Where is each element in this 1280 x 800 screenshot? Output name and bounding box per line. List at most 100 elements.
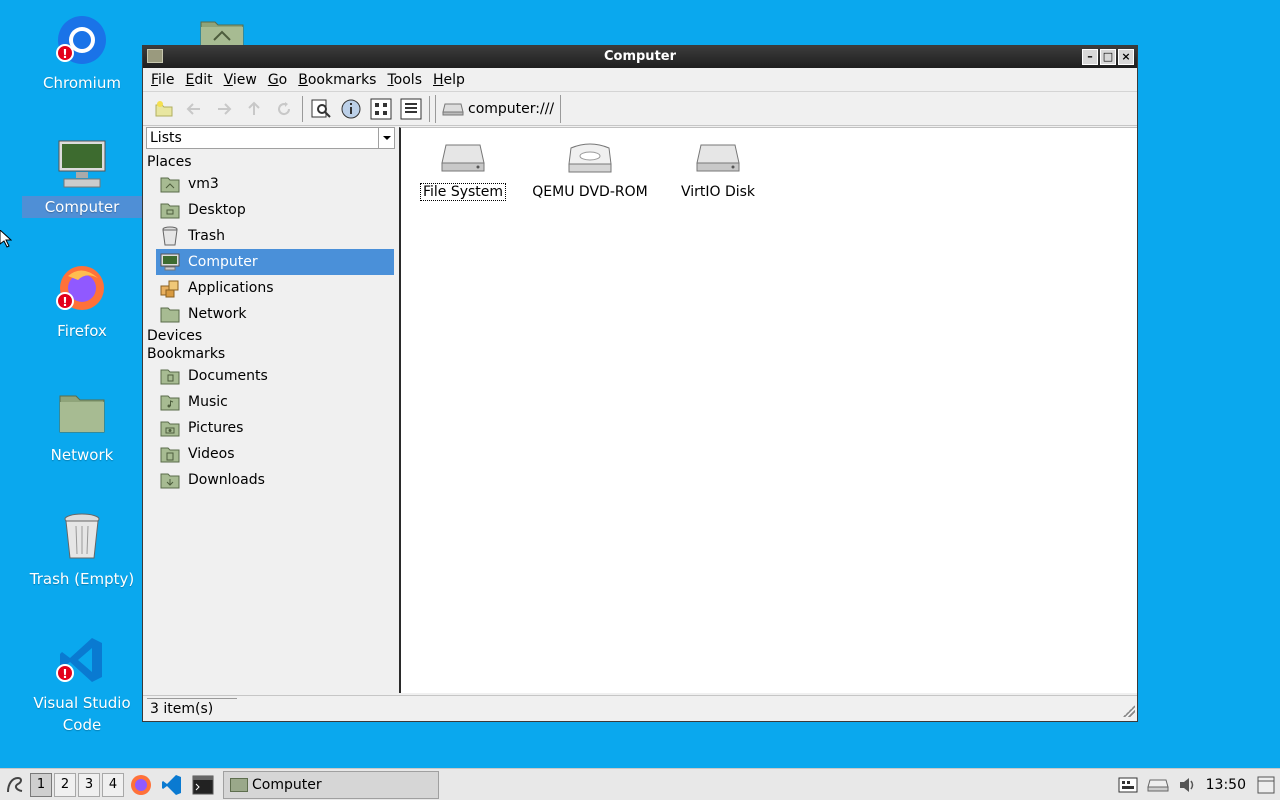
reload-icon[interactable]	[269, 95, 299, 123]
desktop-icon-vscode[interactable]: Visual Studio Code	[22, 634, 142, 736]
menu-tools[interactable]: Tools	[383, 72, 426, 88]
workspace-3-button[interactable]: 3	[78, 772, 100, 797]
desktop-icon-chromium[interactable]: Chromium	[22, 14, 142, 94]
menu-edit[interactable]: Edit	[181, 72, 216, 88]
devices-header[interactable]: Devices	[143, 327, 399, 345]
desktop-icon-label: Firefox	[57, 322, 107, 340]
pictures-folder-icon	[160, 418, 180, 438]
desktop-icon-firefox[interactable]: Firefox	[22, 262, 142, 342]
hard-drive-icon	[653, 138, 783, 178]
firefox-launcher-icon[interactable]	[127, 772, 155, 798]
workspace-1-button[interactable]: 1	[30, 772, 52, 797]
terminal-launcher-icon[interactable]	[189, 772, 217, 798]
music-folder-icon	[160, 392, 180, 412]
file-item-virtio-disk[interactable]: VirtIO Disk	[653, 138, 783, 200]
firefox-icon	[56, 262, 108, 314]
folder-icon	[56, 386, 108, 438]
menu-help[interactable]: Help	[429, 72, 469, 88]
vscode-icon	[56, 634, 108, 686]
file-manager-window: Computer – □ × File Edit View Go Bookmar…	[142, 45, 1138, 722]
applications-icon	[160, 278, 180, 298]
workspace-2-button[interactable]: 2	[54, 772, 76, 797]
chromium-icon	[56, 14, 108, 66]
desktop-icon-trash[interactable]: Trash (Empty)	[22, 510, 142, 590]
vscode-launcher-icon[interactable]	[158, 772, 186, 798]
info-icon[interactable]	[336, 95, 366, 123]
desktop-icon-network[interactable]: Network	[22, 386, 142, 466]
close-button[interactable]: ×	[1118, 49, 1134, 65]
new-folder-button[interactable]	[149, 95, 179, 123]
menu-file[interactable]: File	[147, 72, 178, 88]
sidebar-mode-select[interactable]: Lists	[146, 127, 395, 149]
desktop-icon-label: Computer	[22, 196, 142, 218]
sidebar-item-videos[interactable]: Videos	[156, 441, 394, 467]
file-item-label: File System	[419, 183, 507, 201]
downloads-folder-icon	[160, 470, 180, 490]
menu-bookmarks[interactable]: Bookmarks	[294, 72, 380, 88]
home-folder-icon	[160, 174, 180, 194]
chevron-down-icon[interactable]	[378, 128, 394, 148]
sidebar-item-vm3[interactable]: vm3	[156, 171, 394, 197]
sidebar-item-trash[interactable]: Trash	[156, 223, 394, 249]
file-item-dvd-rom[interactable]: QEMU DVD-ROM	[525, 138, 655, 200]
resize-grip-icon[interactable]	[1123, 705, 1135, 717]
folder-icon	[230, 777, 248, 792]
desktop-icon-label: Network	[50, 446, 114, 464]
sidebar-item-network[interactable]: Network	[156, 301, 394, 327]
sidebar-item-documents[interactable]: Documents	[156, 363, 394, 389]
sidebar-item-desktop[interactable]: Desktop	[156, 197, 394, 223]
show-desktop-icon[interactable]	[1254, 773, 1278, 797]
status-bar: 3 item(s)	[143, 695, 1137, 719]
sidebar-item-music[interactable]: Music	[156, 389, 394, 415]
desktop-icon-label: Chromium	[43, 74, 121, 92]
up-arrow-icon[interactable]	[239, 95, 269, 123]
menu-go[interactable]: Go	[264, 72, 291, 88]
location-bar[interactable]: computer:///	[435, 94, 562, 123]
desktop-icon-label: Visual Studio Code	[33, 694, 131, 734]
forward-arrow-icon[interactable]	[209, 95, 239, 123]
warning-badge-icon	[56, 663, 74, 685]
computer-monitor-icon	[56, 138, 108, 190]
desktop-icon-label: Trash (Empty)	[29, 570, 135, 588]
location-path: computer:///	[468, 100, 555, 117]
optical-drive-icon	[525, 138, 655, 178]
keyboard-layout-icon[interactable]	[1116, 773, 1140, 797]
documents-folder-icon	[160, 366, 180, 386]
taskbar-task-computer[interactable]: Computer	[223, 770, 439, 799]
desktop-home-folder-icon[interactable]	[200, 18, 244, 47]
list-view-icon[interactable]	[396, 95, 426, 123]
workspace-4-button[interactable]: 4	[102, 772, 124, 797]
mouse-cursor-icon	[0, 229, 13, 252]
minimize-button[interactable]: –	[1082, 49, 1098, 65]
hard-drive-icon	[398, 138, 528, 178]
desktop-folder-icon	[160, 200, 180, 220]
sidebar-item-computer[interactable]: Computer	[156, 249, 394, 275]
sidebar-item-downloads[interactable]: Downloads	[156, 467, 394, 493]
bookmarks-header: Bookmarks	[147, 346, 226, 362]
sidebar-item-applications[interactable]: Applications	[156, 275, 394, 301]
clock[interactable]: 13:50	[1206, 777, 1246, 793]
file-item-filesystem[interactable]: File System	[398, 138, 528, 201]
desktop-icon-computer[interactable]: Computer	[22, 138, 142, 218]
search-icon[interactable]	[306, 95, 336, 123]
volume-icon[interactable]	[1176, 773, 1200, 797]
taskbar: 1 2 3 4 Computer 13:50	[0, 768, 1280, 800]
icon-view-icon[interactable]	[366, 95, 396, 123]
window-title: Computer	[603, 49, 677, 64]
network-drive-icon[interactable]	[1146, 773, 1170, 797]
back-arrow-icon[interactable]	[179, 95, 209, 123]
trash-icon	[56, 510, 108, 562]
menu-view[interactable]: View	[220, 72, 261, 88]
window-folder-icon[interactable]	[147, 49, 163, 63]
warning-badge-icon	[56, 43, 74, 65]
start-menu-icon[interactable]	[2, 772, 28, 798]
toolbar-separator	[429, 95, 430, 122]
title-bar[interactable]: Computer – □ ×	[143, 46, 1137, 68]
file-item-label: QEMU DVD-ROM	[532, 184, 648, 200]
sidebar-item-pictures[interactable]: Pictures	[156, 415, 394, 441]
file-view[interactable]: File System QEMU DVD-ROM VirtIO Disk	[399, 127, 1137, 693]
status-item-count: 3 item(s)	[147, 698, 237, 718]
videos-folder-icon	[160, 444, 180, 464]
toolbar-separator	[302, 95, 303, 122]
maximize-button[interactable]: □	[1100, 49, 1116, 65]
